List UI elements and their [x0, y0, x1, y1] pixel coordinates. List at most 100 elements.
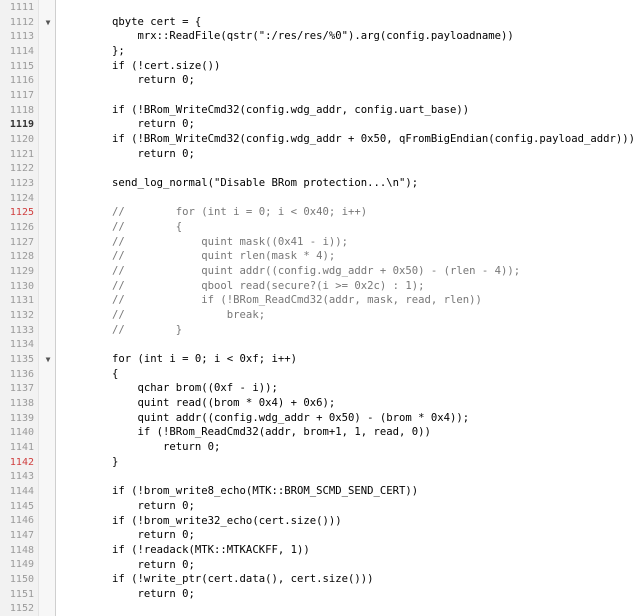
code-line[interactable]: 1127 // quint mask((0x41 - i)); — [0, 235, 640, 250]
code-line[interactable]: 1148 if (!readack(MTK::MTKACKFF, 1)) — [0, 543, 640, 558]
code-line[interactable]: 1120 if (!BRom_WriteCmd32(config.wdg_addr… — [0, 132, 640, 147]
code-line[interactable]: 1131 // if (!BRom_ReadCmd32(addr, mask, r… — [0, 293, 640, 308]
line-number: 1128 — [9, 251, 34, 263]
code-line[interactable]: 1115 if (!cert.size()) — [0, 59, 640, 74]
code-line[interactable]: 1124 — [0, 191, 640, 206]
fold-arrow-icon[interactable]: ▼ — [40, 355, 56, 364]
code-text[interactable]: if (!BRom_ReadCmd32(addr, brom+1, 1, rea… — [112, 425, 431, 440]
line-number: 1138 — [9, 397, 34, 409]
code-line[interactable]: 1144 if (!brom_write8_echo(MTK::BROM_SCMD… — [0, 484, 640, 499]
code-line[interactable]: 1126 // { — [0, 220, 640, 235]
line-number: 1147 — [9, 530, 34, 542]
code-text[interactable]: // if (!BRom_ReadCmd32(addr, mask, read,… — [112, 293, 482, 308]
code-line[interactable]: 1142} — [0, 455, 640, 470]
code-text[interactable]: return 0; — [112, 117, 195, 132]
code-text[interactable]: // qbool read(secure?(i >= 0x2c) : 1); — [112, 279, 425, 294]
code-editor[interactable]: 1111 1112 ▼ qbyte cert = {1113 mrx::ReadFil… — [0, 0, 640, 616]
code-line[interactable]: 1143 — [0, 470, 640, 485]
line-number: 1113 — [9, 31, 34, 43]
code-text[interactable]: return 0; — [112, 73, 195, 88]
code-line[interactable]: 1118 if (!BRom_WriteCmd32(config.wdg_addr… — [0, 103, 640, 118]
code-line[interactable]: 1132 // break; — [0, 308, 640, 323]
code-lines: 1111 1112 ▼ qbyte cert = {1113 mrx::ReadFil… — [0, 0, 640, 616]
code-text[interactable]: if (!brom_write32_echo(cert.size())) — [112, 514, 342, 529]
code-text[interactable]: { — [112, 367, 118, 382]
code-line[interactable]: 1145 return 0; — [0, 499, 640, 514]
code-line[interactable]: 1151 return 0; — [0, 587, 640, 602]
code-line[interactable]: 1149 return 0; — [0, 558, 640, 573]
line-number: 1119 — [9, 119, 34, 131]
code-line[interactable]: 1123 send_log_normal("Disable BRom protec… — [0, 176, 640, 191]
code-line[interactable]: 1128 // quint rlen(mask * 4); — [0, 249, 640, 264]
code-line[interactable]: 1113 mrx::ReadFile(qstr(":/res/res/%0").… — [0, 29, 640, 44]
line-number: 1114 — [9, 45, 34, 57]
code-text[interactable]: // quint rlen(mask * 4); — [112, 249, 335, 264]
code-line[interactable]: 1116 return 0; — [0, 73, 640, 88]
code-text[interactable]: if (!BRom_WriteCmd32(config.wdg_addr, co… — [112, 103, 469, 118]
fold-arrow-icon[interactable]: ▼ — [40, 18, 56, 27]
code-text[interactable]: // break; — [112, 308, 265, 323]
code-text[interactable]: if (!brom_write8_echo(MTK::BROM_SCMD_SEN… — [112, 484, 418, 499]
code-line[interactable]: 1135 ▼ for (int i = 0; i < 0xf; i++) — [0, 352, 640, 367]
code-line[interactable]: 1146 if (!brom_write32_echo(cert.size())) — [0, 514, 640, 529]
code-line[interactable]: 1119 return 0; — [0, 117, 640, 132]
line-number: 1132 — [9, 309, 34, 321]
code-line[interactable]: 1150 if (!write_ptr(cert.data(), cert.siz… — [0, 572, 640, 587]
code-line[interactable]: 1141 return 0; — [0, 440, 640, 455]
code-text[interactable]: quint read((brom * 0x4) + 0x6); — [112, 396, 336, 411]
code-line[interactable]: 1137 qchar brom((0xf - i)); — [0, 381, 640, 396]
code-text[interactable]: send_log_normal("Disable BRom protection… — [112, 176, 418, 191]
code-text[interactable]: // quint mask((0x41 - i)); — [112, 235, 348, 250]
code-text[interactable]: return 0; — [112, 440, 220, 455]
code-line[interactable]: 1130 // qbool read(secure?(i >= 0x2c) : 1… — [0, 279, 640, 294]
code-text[interactable]: }; — [112, 44, 125, 59]
line-number: 1129 — [9, 265, 34, 277]
code-line[interactable]: 1139 quint addr((config.wdg_addr + 0x50)… — [0, 411, 640, 426]
code-text[interactable]: if (!write_ptr(cert.data(), cert.size())… — [112, 572, 374, 587]
code-text[interactable]: return 0; — [112, 558, 195, 573]
line-number: 1122 — [9, 163, 34, 175]
code-text[interactable]: // quint addr((config.wdg_addr + 0x50) -… — [112, 264, 520, 279]
code-line[interactable]: 1147 return 0; — [0, 528, 640, 543]
line-number: 1117 — [9, 89, 34, 101]
code-text[interactable]: return 0; — [112, 499, 195, 514]
line-number: 1145 — [9, 500, 34, 512]
code-text[interactable]: qbyte cert = { — [112, 15, 201, 30]
line-number: 1148 — [9, 544, 34, 556]
line-number: 1152 — [9, 603, 34, 615]
code-line[interactable]: 1125 // for (int i = 0; i < 0x40; i++) — [0, 205, 640, 220]
code-line[interactable]: 1117 — [0, 88, 640, 103]
code-text[interactable]: mrx::ReadFile(qstr(":/res/res/%0").arg(c… — [112, 29, 514, 44]
code-line[interactable]: 1114}; — [0, 44, 640, 59]
line-number: 1116 — [9, 75, 34, 87]
code-line[interactable]: 1112 ▼ qbyte cert = { — [0, 15, 640, 30]
code-text[interactable]: // for (int i = 0; i < 0x40; i++) — [112, 205, 367, 220]
code-text[interactable]: for (int i = 0; i < 0xf; i++) — [112, 352, 297, 367]
code-line[interactable]: 1152 — [0, 602, 640, 616]
line-number: 1133 — [9, 324, 34, 336]
code-line[interactable]: 1140 if (!BRom_ReadCmd32(addr, brom+1, 1… — [0, 425, 640, 440]
code-text[interactable]: return 0; — [112, 528, 195, 543]
code-text[interactable]: return 0; — [112, 147, 195, 162]
line-number: 1115 — [9, 60, 34, 72]
code-line[interactable]: 1129 // quint addr((config.wdg_addr + 0x5… — [0, 264, 640, 279]
code-text[interactable]: return 0; — [112, 587, 195, 602]
code-text[interactable]: qchar brom((0xf - i)); — [112, 381, 278, 396]
code-line[interactable]: 1133 // } — [0, 323, 640, 338]
code-text[interactable]: } — [112, 455, 118, 470]
code-text[interactable]: // { — [112, 220, 182, 235]
code-line[interactable]: 1134 — [0, 337, 640, 352]
code-line[interactable]: 1138 quint read((brom * 0x4) + 0x6); — [0, 396, 640, 411]
code-line[interactable]: 1122 — [0, 161, 640, 176]
line-number: 1118 — [9, 104, 34, 116]
code-line[interactable]: 1111 — [0, 0, 640, 15]
code-text[interactable]: if (!readack(MTK::MTKACKFF, 1)) — [112, 543, 310, 558]
code-text[interactable]: if (!cert.size()) — [112, 59, 220, 74]
line-number: 1139 — [9, 412, 34, 424]
code-line[interactable]: 1121 return 0; — [0, 147, 640, 162]
line-number: 1135 — [9, 353, 34, 365]
code-text[interactable]: quint addr((config.wdg_addr + 0x50) - (b… — [112, 411, 470, 426]
code-text[interactable]: if (!BRom_WriteCmd32(config.wdg_addr + 0… — [112, 132, 635, 147]
code-line[interactable]: 1136 { — [0, 367, 640, 382]
code-text[interactable]: // } — [112, 323, 182, 338]
